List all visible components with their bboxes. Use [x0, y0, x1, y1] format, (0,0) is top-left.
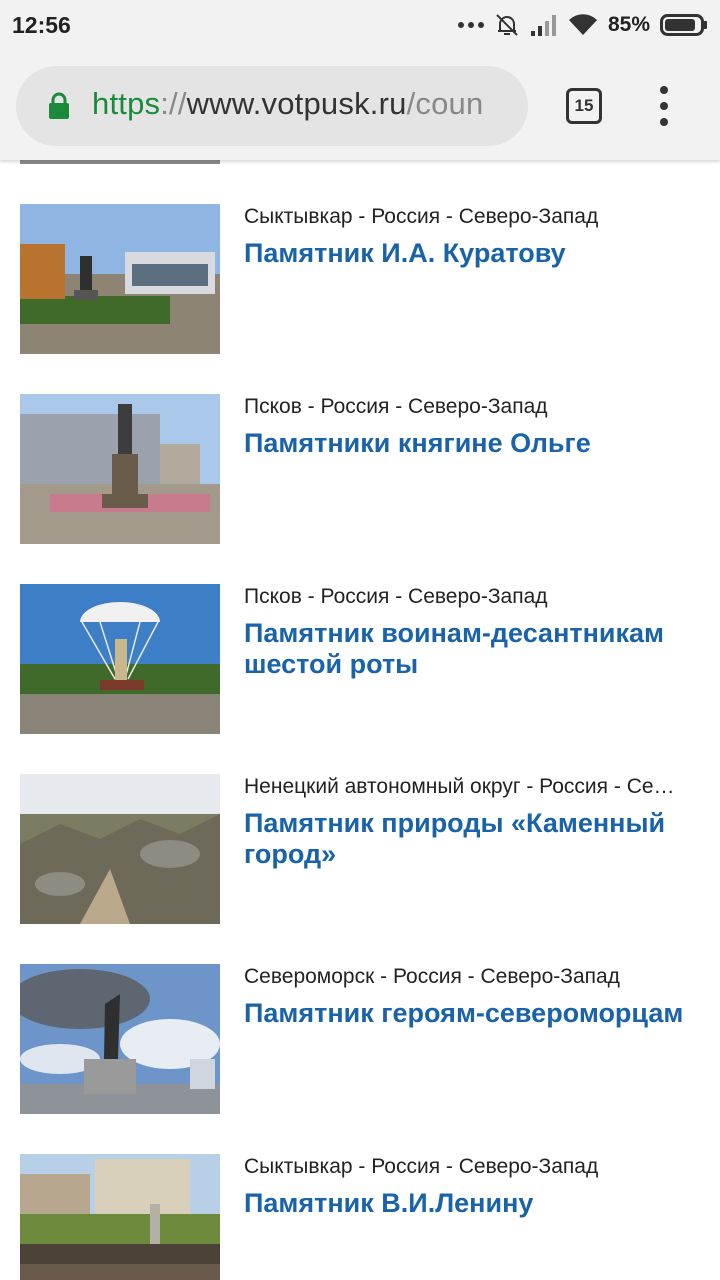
status-bar: 12:56 85%: [0, 0, 720, 52]
item-title-link[interactable]: Памятник И.А. Куратову: [244, 238, 704, 269]
item-region: Псков - Россия - Северо-Запад: [244, 585, 548, 608]
list-item[interactable]: Псков - Россия - Северо-Запад Памятники …: [0, 394, 720, 544]
lock-icon: [49, 92, 69, 119]
item-thumbnail[interactable]: [20, 964, 220, 1114]
list-item[interactable]: Ненецкий автономный округ - Россия - Се……: [0, 774, 720, 924]
item-title-link[interactable]: Памятник героям-североморцам: [244, 998, 704, 1029]
item-title-link[interactable]: Памятник В.И.Ленину: [244, 1188, 704, 1219]
item-thumbnail[interactable]: [20, 774, 220, 924]
battery-percent: 85%: [607, 13, 650, 36]
url-host: www.votpusk.ru: [186, 86, 407, 121]
list-item[interactable]: Североморск - Россия - Северо-Запад Памя…: [0, 964, 720, 1114]
overflow-menu-icon[interactable]: [652, 86, 676, 126]
previous-item-thumbnail-edge: [20, 160, 220, 164]
battery-icon: [660, 14, 707, 36]
item-region: Сыктывкар - Россия - Северо-Запад: [244, 1155, 599, 1178]
address-bar[interactable]: https://www.votpusk.ru/coun: [16, 66, 528, 146]
item-thumbnail[interactable]: [20, 584, 220, 734]
url-path: /coun: [406, 86, 484, 121]
list-item[interactable]: Псков - Россия - Северо-Запад Памятник в…: [0, 584, 720, 734]
list-item[interactable]: Сыктывкар - Россия - Северо-Запад Памятн…: [0, 1154, 720, 1280]
item-title-link[interactable]: Памятник воинам-десантникам шестой роты: [244, 618, 704, 680]
item-thumbnail[interactable]: [20, 204, 220, 354]
url-scheme: https: [92, 86, 161, 121]
item-region: Псков - Россия - Северо-Запад: [244, 395, 548, 418]
item-region: Североморск - Россия - Северо-Запад: [244, 965, 620, 988]
status-icons: 85%: [457, 10, 708, 40]
url-text[interactable]: https://www.votpusk.ru/coun: [92, 86, 522, 122]
signal-icon: [530, 15, 556, 36]
item-thumbnail[interactable]: [20, 1154, 220, 1280]
item-title-link[interactable]: Памятник природы «Каменный город»: [244, 808, 704, 870]
item-region: Сыктывкар - Россия - Северо-Запад: [244, 205, 599, 228]
list-item[interactable]: Сыктывкар - Россия - Северо-Запад Памятн…: [0, 204, 720, 354]
item-title-link[interactable]: Памятники княгине Ольге: [244, 428, 704, 459]
item-thumbnail[interactable]: [20, 394, 220, 544]
status-time: 12:56: [12, 12, 71, 38]
browser-toolbar: https://www.votpusk.ru/coun 15: [0, 52, 720, 160]
alarm-off-icon: [496, 14, 518, 36]
url-separator: ://: [160, 86, 187, 121]
item-region: Ненецкий автономный округ - Россия - Се…: [244, 775, 675, 798]
wifi-icon: [568, 14, 597, 36]
tab-switcher-button[interactable]: 15: [566, 88, 602, 124]
more-dots-icon: [457, 22, 484, 28]
